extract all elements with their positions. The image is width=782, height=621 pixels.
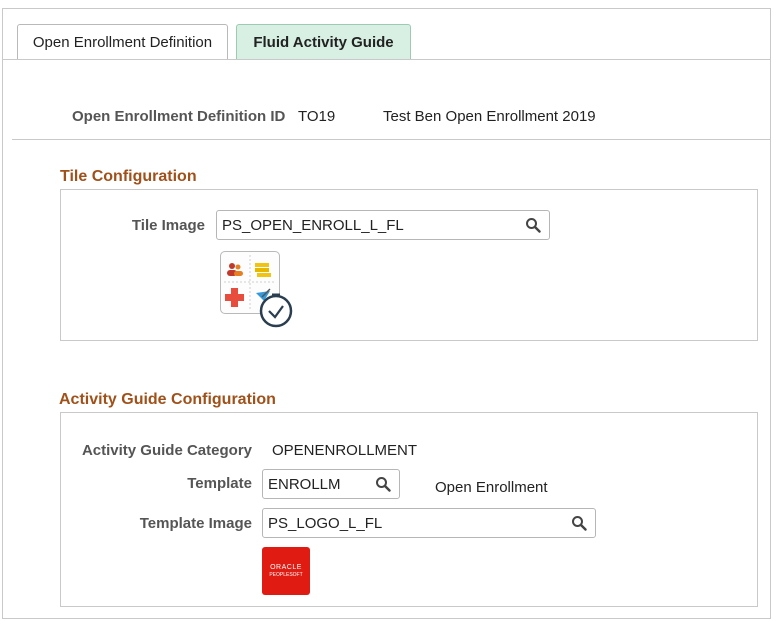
search-icon[interactable] bbox=[571, 515, 587, 531]
definition-id-label: Open Enrollment Definition ID bbox=[72, 108, 286, 125]
definition-id-value: TO19 bbox=[298, 108, 336, 125]
tile-image-value: PS_OPEN_ENROLL_L_FL bbox=[222, 216, 404, 234]
header-divider bbox=[12, 139, 770, 140]
activity-guide-category-label: Activity Guide Category bbox=[81, 442, 252, 459]
definition-description: Test Ben Open Enrollment 2019 bbox=[383, 108, 596, 125]
tile-image-field[interactable]: PS_OPEN_ENROLL_L_FL bbox=[216, 210, 550, 240]
search-icon[interactable] bbox=[525, 217, 541, 233]
activity-guide-configuration-title: Activity Guide Configuration bbox=[59, 391, 276, 408]
tab-divider bbox=[3, 59, 770, 60]
template-image-value: PS_LOGO_L_FL bbox=[268, 514, 383, 532]
template-description: Open Enrollment bbox=[435, 479, 548, 496]
logo-line-oracle: ORACLE bbox=[270, 563, 302, 571]
template-label: Template bbox=[187, 475, 252, 492]
template-field[interactable]: ENROLLM bbox=[262, 469, 400, 499]
tile-image-label: Tile Image bbox=[131, 217, 205, 234]
activity-guide-category-value: OPENENROLLMENT bbox=[272, 442, 418, 459]
template-image-label: Template Image bbox=[139, 515, 252, 532]
tab-fluid-activity-guide[interactable]: Fluid Activity Guide bbox=[236, 24, 411, 60]
clock-icon bbox=[259, 293, 293, 328]
template-image-field[interactable]: PS_LOGO_L_FL bbox=[262, 508, 596, 538]
tab-open-enrollment-definition[interactable]: Open Enrollment Definition bbox=[17, 24, 228, 60]
tile-configuration-title: Tile Configuration bbox=[60, 168, 197, 185]
search-icon[interactable] bbox=[375, 476, 391, 492]
template-value: ENROLLM bbox=[268, 475, 341, 493]
oracle-peoplesoft-logo: ORACLE PEOPLESOFT bbox=[262, 547, 310, 595]
logo-line-peoplesoft: PEOPLESOFT bbox=[269, 571, 303, 578]
